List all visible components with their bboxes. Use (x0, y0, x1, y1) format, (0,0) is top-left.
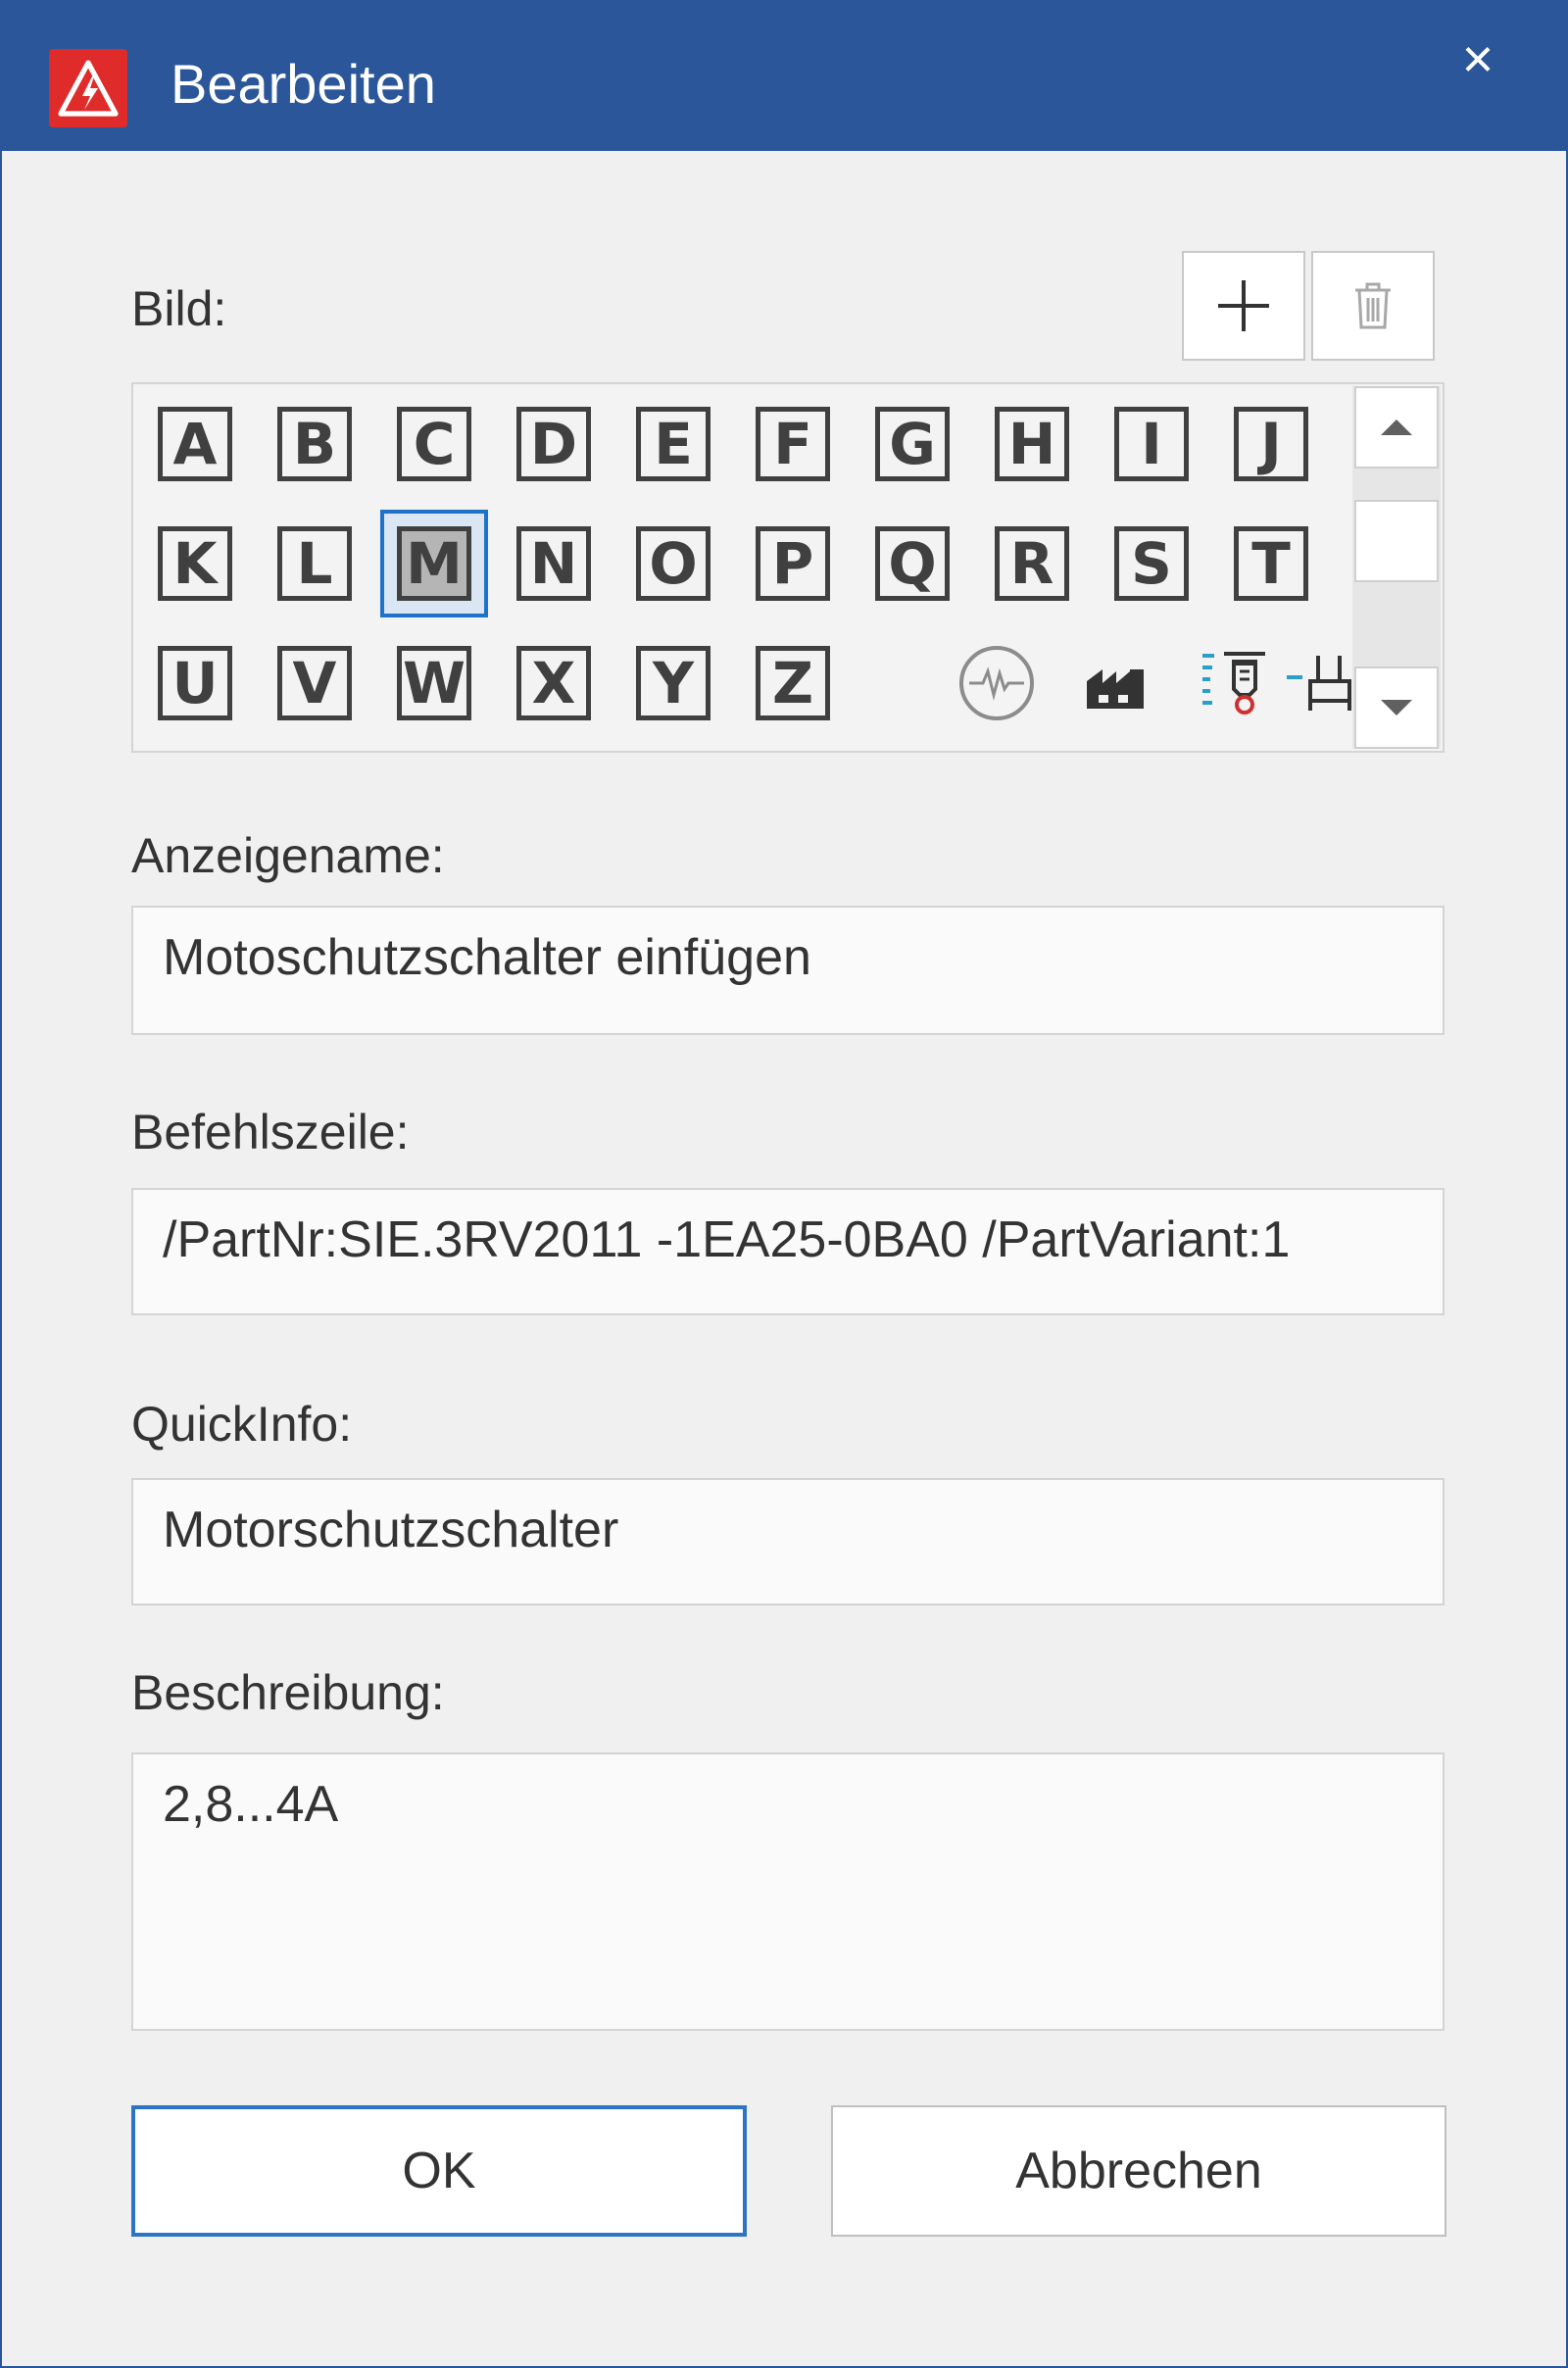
oscilloscope-icon[interactable] (943, 629, 1051, 737)
image-option-glyph: V (277, 646, 352, 720)
image-option-n[interactable]: N (500, 510, 608, 617)
image-option-glyph: F (756, 407, 830, 481)
image-option-glyph: R (995, 526, 1069, 601)
add-image-button[interactable] (1182, 251, 1305, 361)
image-option-glyph: C (397, 407, 471, 481)
command-line-label: Befehlszeile: (131, 1105, 410, 1159)
image-option-glyph: I (1114, 407, 1189, 481)
image-option-k[interactable]: K (141, 510, 249, 617)
plus-icon (1218, 280, 1269, 331)
image-option-m[interactable]: M (380, 510, 488, 617)
image-option-u[interactable]: U (141, 629, 249, 737)
image-option-x[interactable]: X (500, 629, 608, 737)
trash-icon (1355, 282, 1391, 329)
image-option-glyph: K (158, 526, 232, 601)
cancel-button[interactable]: Abbrechen (831, 2105, 1446, 2237)
image-option-glyph: Q (875, 526, 950, 601)
image-option-s[interactable]: S (1098, 510, 1205, 617)
image-option-y[interactable]: Y (619, 629, 727, 737)
image-option-glyph: O (636, 526, 710, 601)
image-option-glyph: G (875, 407, 950, 481)
factory-icon[interactable] (1062, 629, 1170, 737)
title-bar: Bearbeiten × (2, 2, 1566, 151)
picker-scrollbar[interactable] (1352, 386, 1441, 749)
display-name-input[interactable]: Motoschutzschalter einfügen (131, 906, 1445, 1035)
scroll-thumb[interactable] (1354, 500, 1439, 582)
image-option-glyph: D (516, 407, 591, 481)
image-option-glyph: H (995, 407, 1069, 481)
quickinfo-label: QuickInfo: (131, 1397, 353, 1452)
ok-button[interactable]: OK (131, 2105, 747, 2237)
image-option-glyph: A (158, 407, 232, 481)
image-option-glyph: N (516, 526, 591, 601)
command-line-input[interactable]: /PartNr:SIE.3RV2011 -1EA25-0BA0 /PartVar… (131, 1188, 1445, 1315)
image-picker: ABCDEFGHIJ KLMNOPQRST UVWXYZ (131, 382, 1445, 753)
image-option-glyph: T (1234, 526, 1308, 601)
image-option-v[interactable]: V (261, 629, 368, 737)
description-textarea[interactable]: 2,8...4A (131, 1752, 1445, 2031)
arrow-down-icon (1381, 700, 1412, 715)
image-option-b[interactable]: B (261, 390, 368, 498)
scroll-down-button[interactable] (1354, 666, 1439, 749)
image-option-i[interactable]: I (1098, 390, 1205, 498)
dialog-title: Bearbeiten (171, 53, 436, 115)
image-option-q[interactable]: Q (858, 510, 966, 617)
image-option-z[interactable]: Z (739, 629, 847, 737)
image-option-l[interactable]: L (261, 510, 368, 617)
image-option-g[interactable]: G (858, 390, 966, 498)
image-option-f[interactable]: F (739, 390, 847, 498)
image-option-t[interactable]: T (1217, 510, 1325, 617)
image-option-r[interactable]: R (978, 510, 1086, 617)
scroll-up-button[interactable] (1354, 386, 1439, 469)
image-option-glyph: L (277, 526, 352, 601)
image-option-glyph: E (636, 407, 710, 481)
image-option-o[interactable]: O (619, 510, 727, 617)
quickinfo-input[interactable]: Motorschutzschalter (131, 1478, 1445, 1605)
image-option-glyph: Y (636, 646, 710, 720)
image-label: Bild: (131, 281, 227, 336)
image-option-glyph: S (1114, 526, 1189, 601)
edit-dialog: Bearbeiten × Bild: ABCDEFGHIJ KLMNOPQRST U… (0, 0, 1568, 2368)
image-option-glyph: U (158, 646, 232, 720)
image-option-glyph: J (1234, 407, 1308, 481)
image-option-glyph: M (397, 526, 471, 601)
warning-triangle-icon (49, 49, 127, 127)
image-option-glyph: X (516, 646, 591, 720)
description-label: Beschreibung: (131, 1665, 445, 1720)
image-option-c[interactable]: C (380, 390, 488, 498)
image-option-d[interactable]: D (500, 390, 608, 498)
image-option-glyph: B (277, 407, 352, 481)
image-option-glyph: P (756, 526, 830, 601)
image-option-p[interactable]: P (739, 510, 847, 617)
image-option-glyph: W (397, 646, 471, 720)
image-option-h[interactable]: H (978, 390, 1086, 498)
image-option-a[interactable]: A (141, 390, 249, 498)
image-option-e[interactable]: E (619, 390, 727, 498)
arrow-up-icon (1381, 419, 1412, 435)
image-option-w[interactable]: W (380, 629, 488, 737)
close-button[interactable]: × (1443, 29, 1513, 88)
image-option-glyph: Z (756, 646, 830, 720)
display-name-label: Anzeigename: (131, 828, 445, 883)
image-option-j[interactable]: J (1217, 390, 1325, 498)
delete-image-button[interactable] (1311, 251, 1435, 361)
